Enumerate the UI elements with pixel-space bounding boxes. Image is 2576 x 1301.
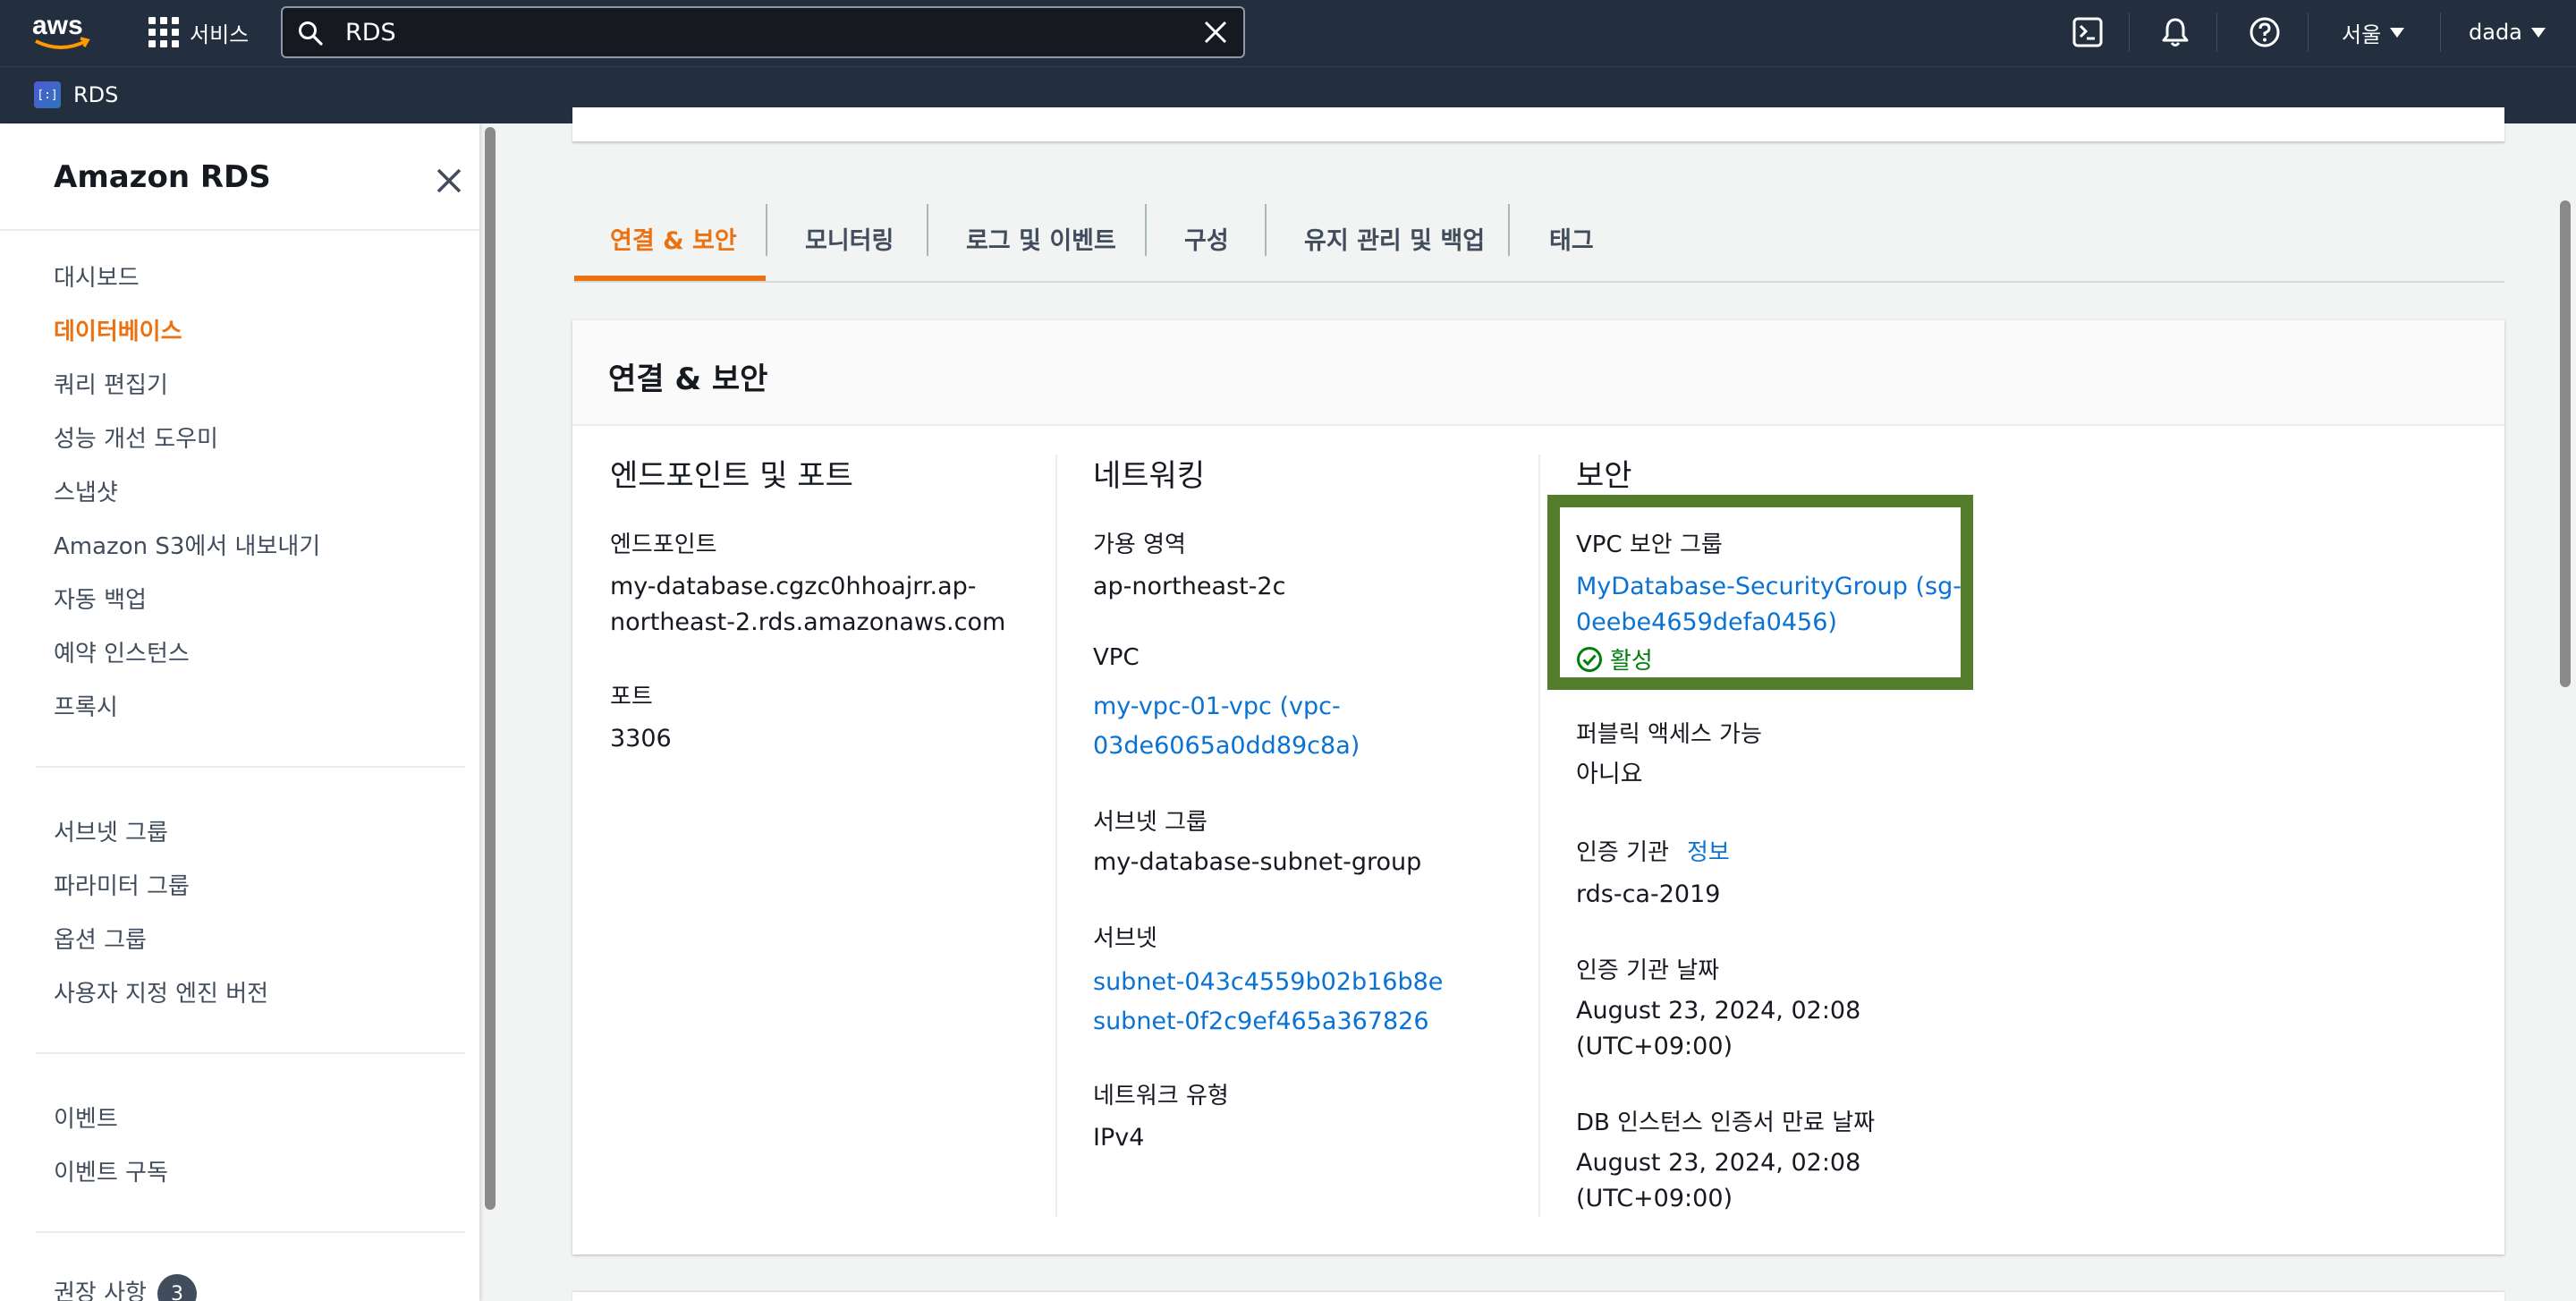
service-shortcut-label: RDS [73,82,119,107]
sidebar-item-custom-engine-versions[interactable]: 사용자 지정 엔진 버전 [54,975,268,1008]
sidebar-item-query-editor[interactable]: 쿼리 편집기 [54,367,168,400]
endpoint-value-line2: northeast-2.rds.amazonaws.com [610,608,1006,636]
subnet-group-label: 서브넷 그룹 [1093,809,1208,836]
network-type-value: IPv4 [1093,1124,1145,1152]
grid-icon [148,17,179,47]
connectivity-security-panel: 연결 & 보안 엔드포인트 및 포트 엔드포인트 my-database.cgz… [572,320,2504,1254]
endpoint-label: 엔드포인트 [610,531,717,558]
side-navigation: Amazon RDS 대시보드 데이터베이스 쿼리 편집기 성능 개선 도우미 … [0,123,479,1301]
services-label: 서비스 [190,21,250,47]
help-button[interactable] [2249,13,2281,52]
region-selector[interactable]: 서울 [2342,13,2405,52]
active-tab-indicator [574,276,766,281]
cert-expiry-label: DB 인스턴스 인증서 만료 날짜 [1576,1110,1876,1136]
tab-connectivity-security[interactable]: 연결 & 보안 [610,195,737,281]
certificate-authority-value: rds-ca-2019 [1576,880,1721,908]
certificate-authority-info-link[interactable]: 정보 [1687,834,1730,867]
search-value: RDS [345,19,396,47]
close-icon[interactable] [431,163,467,199]
subnet-link-2[interactable]: subnet-0f2c9ef465a367826 [1093,1002,1429,1041]
sidebar-scrollbar[interactable] [485,127,496,1210]
panel-header: 연결 & 보안 [572,320,2504,426]
availability-zone-value: ap-northeast-2c [1093,573,1286,600]
sidebar-item-events[interactable]: 이벤트 [54,1101,118,1134]
vpc-link-line1[interactable]: my-vpc-01-vpc (vpc- [1093,687,1341,726]
endpoint-value-line1: my-database.cgzc0hhoajrr.ap- [610,573,977,600]
sidebar-item-reserved-instances[interactable]: 예약 인스턴스 [54,635,190,668]
region-label: 서울 [2342,21,2382,47]
vpc-link-line2[interactable]: 03de6065a0dd89c8a) [1093,727,1360,765]
port-value: 3306 [610,725,672,753]
sidebar-item-s3-exports[interactable]: Amazon S3에서 내보내기 [54,528,320,561]
summary-card-bottom-edge [572,107,2504,141]
notifications-button[interactable] [2159,13,2191,52]
help-icon [2250,17,2280,47]
service-shortcut-rds[interactable]: [:] RDS [34,81,118,108]
certificate-authority-label: 인증 기관 [1576,839,1669,866]
recommendations-label: 권장 사항 [54,1280,147,1301]
sidebar-item-proxies[interactable]: 프록시 [54,689,118,722]
security-heading: 보안 [1576,458,1632,494]
vpc-label: VPC [1093,644,1140,671]
ca-date-value-line1: August 23, 2024, 02:08 [1576,997,1861,1025]
sidebar-item-dashboard[interactable]: 대시보드 [54,259,140,293]
caret-down-icon [2530,27,2546,38]
cloudshell-icon [2072,17,2103,47]
public-access-label: 퍼블릭 액세스 가능 [1576,721,1762,748]
sidebar-item-snapshots[interactable]: 스냅샷 [54,474,118,507]
aws-logo-text: aws [32,11,83,40]
search-input[interactable]: RDS [281,6,1245,58]
caret-down-icon [2390,27,2405,38]
networking-heading: 네트워킹 [1093,458,1206,494]
top-navigation: aws 서비스 RDS 서울 dada [0,0,2576,66]
sidebar-item-event-subscriptions[interactable]: 이벤트 구독 [54,1154,168,1187]
account-menu[interactable]: dada [2469,13,2546,52]
cert-expiry-value-line1: August 23, 2024, 02:08 [1576,1149,1861,1177]
sidebar-item-subnet-groups[interactable]: 서브넷 그룹 [54,814,168,847]
cert-expiry-value-line2: (UTC+09:00) [1576,1185,1733,1212]
subnet-link-1[interactable]: subnet-043c4559b02b16b8e [1093,963,1443,1001]
next-panel-top-edge [572,1292,2504,1301]
endpoint-port-heading: 엔드포인트 및 포트 [610,458,853,494]
sidebar-item-automated-backups[interactable]: 자동 백업 [54,582,147,615]
ca-date-label: 인증 기관 날짜 [1576,957,1720,984]
user-label: dada [2469,20,2522,45]
subnet-group-value: my-database-subnet-group [1093,848,1422,876]
subnets-label: 서브넷 [1093,925,1157,952]
detail-tabs: 연결 & 보안 모니터링 로그 및 이벤트 구성 유지 관리 및 백업 태그 [574,195,2504,283]
services-menu-button[interactable]: 서비스 [148,16,249,48]
bell-icon [2162,18,2189,47]
clear-search-icon[interactable] [1202,19,1229,46]
port-label: 포트 [610,684,653,710]
availability-zone-label: 가용 영역 [1093,531,1186,558]
sidebar-item-performance-insights[interactable]: 성능 개선 도우미 [54,421,218,454]
aws-logo[interactable]: aws [30,9,93,54]
main-scrollbar[interactable] [2560,200,2571,687]
tab-tags[interactable]: 태그 [1549,195,1594,281]
security-group-highlight-box [1547,495,1973,690]
sidebar-item-recommendations[interactable]: 권장 사항 3 [54,1274,197,1301]
rds-service-icon: [:] [34,81,61,108]
sidebar-item-option-groups[interactable]: 옵션 그룹 [54,922,147,955]
ca-date-value-line2: (UTC+09:00) [1576,1033,1733,1060]
network-type-label: 네트워크 유형 [1093,1083,1229,1110]
sidebar-item-databases[interactable]: 데이터베이스 [54,313,182,346]
tab-maintenance-backups[interactable]: 유지 관리 및 백업 [1304,195,1485,281]
sidebar-title: Amazon RDS [54,159,271,195]
tab-monitoring[interactable]: 모니터링 [805,195,894,281]
recommendations-count-badge: 3 [157,1274,197,1301]
tab-configuration[interactable]: 구성 [1184,195,1229,281]
sidebar-item-parameter-groups[interactable]: 파라미터 그룹 [54,868,190,901]
search-icon [299,21,323,46]
tab-logs-events[interactable]: 로그 및 이벤트 [966,195,1116,281]
panel-title: 연결 & 보안 [608,361,768,397]
cloudshell-button[interactable] [2072,13,2104,52]
public-access-value: 아니요 [1576,761,1643,788]
